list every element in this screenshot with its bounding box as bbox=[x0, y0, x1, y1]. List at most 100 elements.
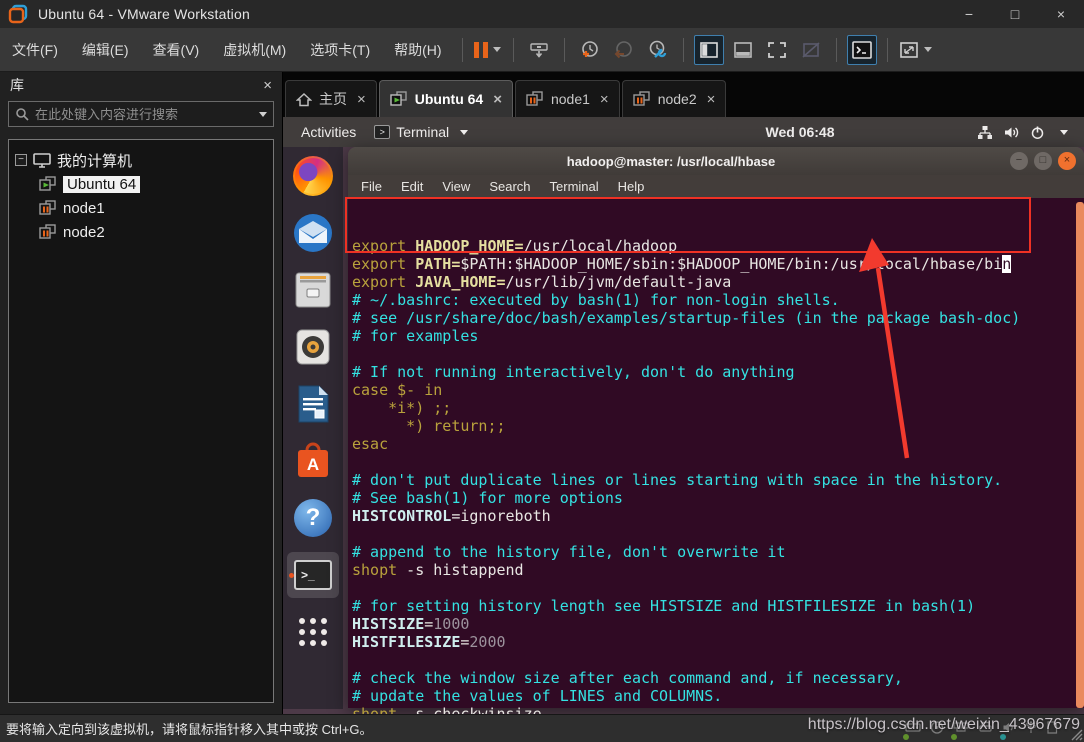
terminal-line: # for examples bbox=[352, 327, 1084, 345]
terminal-lines: export HADOOP_HOME=/usr/local/hadoopexpo… bbox=[352, 237, 1084, 714]
menu-file[interactable]: 文件(F) bbox=[0, 34, 70, 66]
terminal-line: shopt -s histappend bbox=[352, 561, 1084, 579]
menu-tabs[interactable]: 选项卡(T) bbox=[298, 34, 382, 66]
vm-paused-icon bbox=[39, 224, 57, 240]
library-search[interactable] bbox=[8, 101, 274, 127]
close-icon[interactable]: × bbox=[357, 91, 366, 108]
pause-icon bbox=[474, 42, 488, 58]
tab-strip: 主页 × Ubuntu 64 × bbox=[283, 72, 1084, 117]
close-icon[interactable]: × bbox=[600, 91, 609, 108]
manage-snapshots-button[interactable] bbox=[643, 35, 673, 65]
vm-name-label: Ubuntu 64 bbox=[63, 176, 140, 193]
window-title: Ubuntu 64 - VMware Workstation bbox=[38, 6, 250, 22]
unity-mode-button bbox=[796, 35, 826, 65]
tab-home[interactable]: 主页 × bbox=[285, 80, 377, 117]
close-icon[interactable]: × bbox=[707, 91, 716, 108]
power-pause-button[interactable] bbox=[473, 35, 503, 65]
terminal-menu-terminal[interactable]: Terminal bbox=[550, 179, 599, 194]
search-input[interactable] bbox=[35, 107, 248, 122]
sidebar-item-ubuntu64[interactable]: Ubuntu 64 bbox=[15, 172, 267, 196]
activities-button[interactable]: Activities bbox=[283, 124, 374, 140]
terminal-menu-help[interactable]: Help bbox=[618, 179, 645, 194]
tab-ubuntu64[interactable]: Ubuntu 64 × bbox=[379, 80, 513, 117]
terminal-line: # don't put duplicate lines or lines sta… bbox=[352, 471, 1084, 489]
terminal-menu-view[interactable]: View bbox=[442, 179, 470, 194]
terminal-maximize-button[interactable]: □ bbox=[1034, 152, 1052, 170]
toolbar-separator bbox=[513, 38, 514, 62]
library-close-icon[interactable]: × bbox=[263, 77, 272, 94]
terminal-menu-file[interactable]: File bbox=[361, 179, 382, 194]
dock-files[interactable] bbox=[287, 267, 339, 313]
menu-view[interactable]: 查看(V) bbox=[141, 34, 212, 66]
ctrl-alt-del-button[interactable] bbox=[524, 35, 554, 65]
collapse-icon[interactable]: − bbox=[15, 154, 27, 166]
clock-label[interactable]: Wed 06:48 bbox=[745, 124, 855, 140]
take-snapshot-button[interactable] bbox=[575, 35, 605, 65]
menu-toolbar-row: 文件(F) 编辑(E) 查看(V) 虚拟机(M) 选项卡(T) 帮助(H) bbox=[0, 28, 1084, 72]
terminal-line: # update the values of LINES and COLUMNS… bbox=[352, 687, 1084, 705]
menu-help[interactable]: 帮助(H) bbox=[382, 34, 453, 66]
terminal-minimize-button[interactable]: − bbox=[1010, 152, 1028, 170]
stretch-guest-button[interactable] bbox=[898, 35, 933, 65]
focused-app-menu[interactable]: > Terminal bbox=[374, 124, 468, 140]
volume-icon bbox=[1003, 125, 1020, 140]
console-icon bbox=[851, 40, 873, 60]
terminal-title-bar[interactable]: hadoop@master: /usr/local/hbase − □ × bbox=[348, 147, 1084, 175]
terminal-window: hadoop@master: /usr/local/hbase − □ × Fi… bbox=[348, 147, 1084, 708]
vmware-logo-icon bbox=[8, 4, 28, 24]
terminal-line: esac bbox=[352, 435, 1084, 453]
title-bar: Ubuntu 64 - VMware Workstation − □ × bbox=[0, 0, 1084, 28]
terminal-line bbox=[352, 651, 1084, 669]
system-status-area[interactable] bbox=[977, 125, 1068, 140]
rhythmbox-icon bbox=[294, 328, 332, 366]
dock-rhythmbox[interactable] bbox=[287, 324, 339, 370]
dock-terminal[interactable]: >_ bbox=[287, 552, 339, 598]
sidebar-item-node1[interactable]: node1 bbox=[15, 196, 267, 220]
toolbar-separator bbox=[462, 38, 463, 62]
dock-ubuntu-software[interactable]: A bbox=[287, 438, 339, 484]
dock-show-applications[interactable] bbox=[287, 609, 339, 655]
close-icon[interactable]: × bbox=[493, 91, 502, 108]
window-close-button[interactable]: × bbox=[1038, 0, 1084, 28]
tree-root-my-computer[interactable]: − 我的计算机 bbox=[15, 148, 267, 172]
terminal-line: # see /usr/share/doc/bash/examples/start… bbox=[352, 309, 1084, 327]
dock-libreoffice-writer[interactable] bbox=[287, 381, 339, 427]
search-dropdown-icon[interactable] bbox=[259, 112, 267, 117]
menu-vm[interactable]: 虚拟机(M) bbox=[211, 34, 298, 66]
window-maximize-button[interactable]: □ bbox=[992, 0, 1038, 28]
terminal-scrollbar[interactable] bbox=[1076, 202, 1084, 708]
fullscreen-mode-button[interactable] bbox=[762, 35, 792, 65]
tab-label: node2 bbox=[658, 91, 697, 107]
toggle-library-button[interactable] bbox=[694, 35, 724, 65]
toggle-thumbnail-bar-button[interactable] bbox=[728, 35, 758, 65]
dock-thunderbird[interactable] bbox=[287, 210, 339, 256]
status-message: 要将输入定向到该虚拟机，请将鼠标指针移入其中或按 Ctrl+G。 bbox=[6, 719, 373, 738]
vm-paused-icon bbox=[526, 91, 544, 107]
sidebar-item-node2[interactable]: node2 bbox=[15, 220, 267, 244]
terminal-menu-edit[interactable]: Edit bbox=[401, 179, 423, 194]
console-view-button[interactable] bbox=[847, 35, 877, 65]
thumbnail-bar-icon bbox=[733, 41, 753, 59]
guest-screen: Activities > Terminal Wed 06:48 bbox=[283, 117, 1084, 714]
terminal-close-button[interactable]: × bbox=[1058, 152, 1076, 170]
terminal-content[interactable]: export HADOOP_HOME=/usr/local/hadoopexpo… bbox=[348, 198, 1084, 708]
chevron-down-icon bbox=[460, 130, 468, 135]
terminal-menu-search[interactable]: Search bbox=[489, 179, 530, 194]
dock-firefox[interactable] bbox=[287, 153, 339, 199]
revert-snapshot-button bbox=[609, 35, 639, 65]
chevron-down-icon bbox=[924, 47, 932, 52]
tab-node2[interactable]: node2 × bbox=[622, 80, 727, 117]
home-icon bbox=[296, 92, 312, 107]
window-minimize-button[interactable]: − bbox=[946, 0, 992, 28]
terminal-line: *) return;; bbox=[352, 417, 1084, 435]
unity-mode-icon bbox=[801, 41, 821, 59]
terminal-line: # append to the history file, don't over… bbox=[352, 543, 1084, 561]
files-icon bbox=[293, 271, 333, 309]
network-icon bbox=[977, 125, 993, 140]
dock-help[interactable]: ? bbox=[287, 495, 339, 541]
menu-edit[interactable]: 编辑(E) bbox=[70, 34, 141, 66]
tab-node1[interactable]: node1 × bbox=[515, 80, 620, 117]
vm-name-label: node1 bbox=[63, 200, 105, 217]
vm-paused-icon bbox=[633, 91, 651, 107]
tab-label: node1 bbox=[551, 91, 590, 107]
